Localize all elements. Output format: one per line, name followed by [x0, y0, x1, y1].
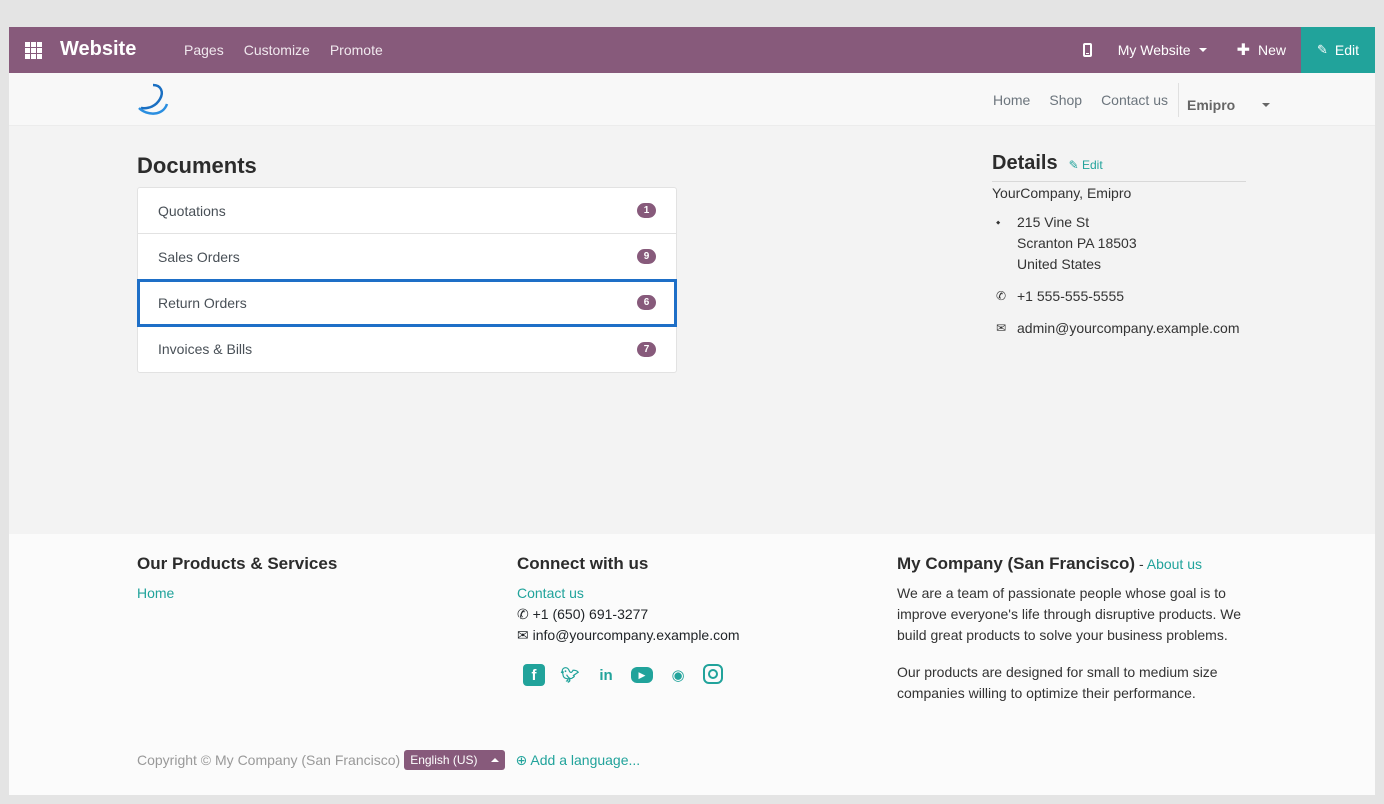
- language-selector[interactable]: English (US): [404, 750, 505, 770]
- footer-about-link[interactable]: About us: [1147, 556, 1202, 572]
- count-badge: 9: [637, 249, 656, 264]
- social-links: f 🐦︎ in ▶ ◉: [523, 664, 740, 686]
- envelope-icon: ✉: [517, 627, 529, 643]
- footer-about-text: We are a team of passionate people whose…: [897, 585, 1242, 643]
- count-badge: 1: [637, 203, 656, 218]
- phone-row: ✆ +1 555-555-5555: [992, 286, 1246, 307]
- email-row: ✉ admin@yourcompany.example.com: [992, 318, 1246, 339]
- doc-item-invoices-bills[interactable]: Invoices & Bills 7: [138, 326, 676, 372]
- portal-main: Documents Quotations 1 Sales Orders 9 Re…: [9, 126, 1375, 534]
- documents-list: Quotations 1 Sales Orders 9 Return Order…: [137, 187, 677, 373]
- doc-item-label: Invoices & Bills: [158, 341, 253, 357]
- nav-shop[interactable]: Shop: [1049, 92, 1082, 117]
- website-selector-label: My Website: [1117, 42, 1191, 58]
- count-badge: 7: [637, 341, 656, 357]
- chevron-down-icon: [1198, 48, 1207, 52]
- app-title: Website: [60, 38, 137, 60]
- footer-contact-link[interactable]: Contact us: [517, 583, 740, 604]
- facebook-icon[interactable]: f: [523, 664, 545, 686]
- pencil-icon: ✎: [1068, 158, 1079, 172]
- footer-phone-number: +1 (650) 691-3277: [532, 606, 649, 622]
- address-line: 215 Vine St: [1017, 214, 1090, 230]
- plus-icon: ✚: [1236, 42, 1250, 59]
- envelope-icon: ✉: [996, 321, 1007, 335]
- details-panel: Details ✎ Edit YourCompany, Emipro ⬩ 215…: [992, 152, 1246, 339]
- menu-pages[interactable]: Pages: [184, 42, 224, 58]
- website-selector[interactable]: My Website: [1118, 42, 1207, 58]
- company-name: YourCompany, Emipro: [992, 185, 1132, 201]
- doc-item-sales-orders[interactable]: Sales Orders 9: [138, 234, 676, 280]
- footer-connect-title: Connect with us: [517, 554, 649, 573]
- copyright-text: Copyright © My Company (San Francisco): [137, 752, 401, 768]
- details-edit-link[interactable]: ✎ Edit: [1069, 158, 1103, 172]
- doc-item-label: Return Orders: [158, 294, 247, 311]
- user-name: Emipro: [1187, 96, 1236, 113]
- copyright-bar: Copyright © My Company (San Francisco) E…: [137, 750, 640, 770]
- details-title: Details: [992, 152, 1058, 174]
- site-header: Home Shop Contact us Emipro: [9, 73, 1375, 126]
- footer-company-name: My Company (San Francisco): [897, 554, 1136, 573]
- details-header: Details ✎ Edit: [992, 152, 1246, 182]
- caret-up-icon: [490, 758, 499, 762]
- mobile-preview-icon[interactable]: [1082, 43, 1092, 57]
- doc-item-return-orders[interactable]: Return Orders 6: [137, 279, 677, 327]
- footer-phone: ✆ +1 (650) 691-3277: [517, 604, 740, 625]
- new-button[interactable]: ✚ New: [1237, 40, 1286, 60]
- footer-about: My Company (San Francisco) - About us We…: [897, 553, 1247, 704]
- linkedin-icon[interactable]: in: [595, 664, 617, 686]
- footer-home-link[interactable]: Home: [137, 583, 337, 604]
- browser-viewport: Website Pages Customize Promote My Websi…: [9, 27, 1375, 795]
- footer-connect: Connect with us Contact us ✆ +1 (650) 69…: [517, 553, 740, 686]
- user-menu[interactable]: Emipro: [1187, 92, 1289, 117]
- map-marker-icon: ⬩: [996, 215, 1001, 229]
- phone-icon: ✆: [996, 289, 1007, 303]
- top-menu: Pages Customize Promote: [184, 42, 383, 58]
- website-topbar: Website Pages Customize Promote My Websi…: [9, 27, 1375, 73]
- address-line: United States: [1017, 256, 1102, 272]
- footer-title-separator: -: [1135, 556, 1147, 572]
- add-language-link[interactable]: ⊕ Add a language...: [516, 752, 641, 769]
- add-language-label: Add a language...: [530, 751, 641, 768]
- language-label: English (US): [410, 753, 478, 767]
- nav-divider: [1178, 83, 1179, 117]
- new-button-label: New: [1257, 42, 1286, 58]
- nav-contact-us[interactable]: Contact us: [1101, 92, 1168, 117]
- details-edit-label: Edit: [1082, 158, 1103, 172]
- menu-promote[interactable]: Promote: [330, 42, 383, 58]
- github-icon[interactable]: ◉: [667, 664, 689, 686]
- menu-customize[interactable]: Customize: [244, 42, 310, 58]
- site-nav: Home Shop Contact us Emipro: [993, 83, 1308, 117]
- apps-grid-icon[interactable]: [25, 42, 42, 59]
- topbar-actions: My Website ✚ New ✎ Edit: [1082, 27, 1375, 73]
- plus-circle-icon: ⊕: [515, 751, 528, 768]
- footer-email: ✉ info@yourcompany.example.com: [517, 625, 740, 646]
- edit-button[interactable]: ✎ Edit: [1301, 27, 1375, 73]
- chevron-down-icon: [1262, 102, 1271, 107]
- address-line: Scranton PA 18503: [1017, 235, 1137, 251]
- instagram-icon[interactable]: [703, 664, 723, 684]
- site-footer: Our Products & Services Home Connect wit…: [9, 534, 1375, 795]
- footer-email-address: info@yourcompany.example.com: [532, 627, 740, 643]
- footer-products-title: Our Products & Services: [137, 554, 338, 573]
- documents-title: Documents: [137, 153, 257, 178]
- footer-about-text: Our products are designed for small to m…: [897, 664, 1218, 701]
- address-row: ⬩ 215 Vine St Scranton PA 18503 United S…: [992, 212, 1246, 275]
- email-address: admin@yourcompany.example.com: [1017, 320, 1240, 336]
- company-logo[interactable]: [137, 82, 169, 118]
- footer-products: Our Products & Services Home: [137, 553, 337, 604]
- footer-about-title: My Company (San Francisco) - About us: [897, 553, 1247, 575]
- phone-number: +1 555-555-5555: [1017, 288, 1125, 304]
- nav-home[interactable]: Home: [993, 92, 1030, 117]
- youtube-icon[interactable]: ▶: [631, 667, 653, 683]
- phone-icon: ✆: [517, 606, 529, 622]
- count-badge: 6: [637, 295, 656, 310]
- doc-item-label: Quotations: [158, 202, 226, 219]
- doc-item-quotations[interactable]: Quotations 1: [138, 188, 676, 234]
- doc-item-label: Sales Orders: [158, 248, 240, 265]
- edit-button-label: Edit: [1334, 42, 1360, 58]
- pencil-icon: ✎: [1316, 42, 1328, 57]
- twitter-icon[interactable]: 🐦︎: [559, 664, 581, 686]
